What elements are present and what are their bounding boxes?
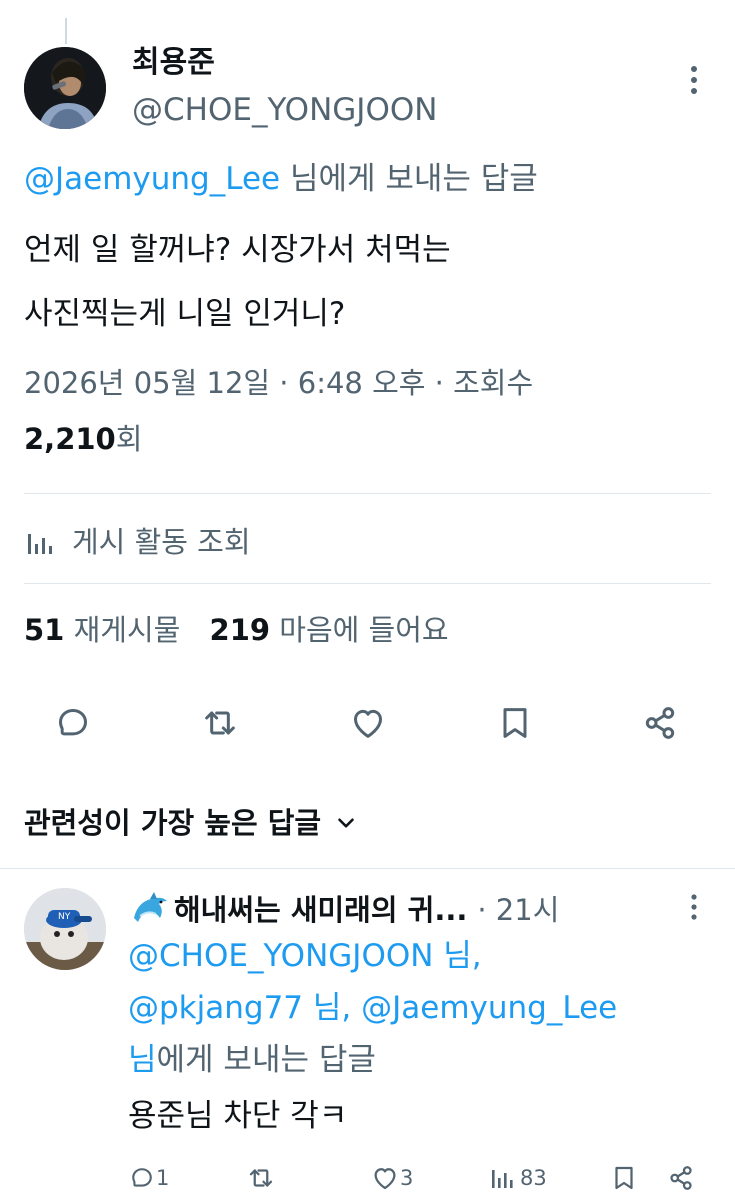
reply-avatar-photo: NY: [24, 888, 106, 970]
divider: [24, 583, 711, 584]
share-icon: [670, 1166, 692, 1190]
post-text-line-2: 사진찍는게 니일 인거니?: [24, 296, 346, 332]
post-views[interactable]: 2,210회: [24, 418, 142, 460]
reply-button[interactable]: [50, 700, 96, 746]
repost-button[interactable]: [197, 700, 243, 746]
reply-more-icon[interactable]: [684, 892, 704, 922]
sort-label: 관련성이 가장 높은 답글: [24, 806, 322, 840]
reply-reply-button[interactable]: 1: [128, 1160, 169, 1196]
svg-text:NY: NY: [58, 912, 71, 922]
reply-to-suffix-2: 님,: [303, 990, 362, 1026]
author-display-name[interactable]: 최용준: [132, 44, 215, 82]
author-handle[interactable]: @CHOE_YONGJOON: [132, 90, 437, 130]
reply-views-button[interactable]: 83: [490, 1160, 547, 1196]
bookmark-icon: [503, 708, 527, 738]
reply-to-line: @Jaemyung_Lee 님에게 보내는 답글: [24, 158, 538, 200]
reply-like-button[interactable]: 3: [370, 1160, 413, 1196]
reply-to-line-1: @CHOE_YONGJOON 님,: [128, 934, 482, 978]
reply-bookmark-button[interactable]: [608, 1160, 640, 1196]
post-activity-link[interactable]: 게시 활동 조회: [26, 520, 251, 564]
like-icon: [374, 1168, 396, 1190]
avatar-photo: [24, 47, 106, 129]
reply-to-suffix-1: 님,: [433, 938, 482, 974]
repost-icon: [205, 711, 235, 735]
reply-mention-3[interactable]: @Jaemyung_Lee: [361, 990, 617, 1026]
divider: [0, 868, 735, 869]
reply-to-line-2: @pkjang77 님, @Jaemyung_Lee: [128, 986, 617, 1030]
more-icon[interactable]: [682, 62, 706, 98]
reply-author-avatar[interactable]: NY: [24, 888, 106, 970]
reply-replies-count: 1: [156, 1166, 170, 1190]
repost-icon: [249, 1169, 273, 1187]
reply-header: 해내써는 새미래의 귀... · 21시: [130, 886, 559, 930]
thread-line: [65, 18, 67, 44]
reply-icon: [132, 1168, 152, 1187]
reply-mention-4[interactable]: 님: [128, 1042, 157, 1078]
activity-label: 게시 활동 조회: [72, 525, 251, 559]
divider: [24, 493, 711, 494]
reply-icon: [59, 709, 87, 736]
reply-to-line-3: 님에게 보내는 답글: [128, 1038, 376, 1082]
reply-views-count: 83: [520, 1166, 547, 1190]
views-suffix: 회: [115, 422, 143, 456]
reply-sort-dropdown[interactable]: 관련성이 가장 높은 답글: [24, 800, 359, 846]
share-button[interactable]: [637, 700, 683, 746]
like-icon: [354, 709, 382, 738]
reply-to-suffix: 님에게 보내는 답글: [280, 161, 538, 197]
bookmark-icon: [615, 1166, 633, 1190]
reply-likes-count: 3: [400, 1166, 414, 1190]
reply-time[interactable]: · 21시: [477, 887, 559, 929]
post-meta[interactable]: 2026년 05월 12일 · 6:48 오후 · 조회수: [24, 362, 533, 404]
reply-repost-button[interactable]: [246, 1160, 276, 1196]
share-icon: [645, 707, 675, 739]
reposts-label: 재게시물: [73, 613, 181, 647]
likes-stat[interactable]: 219 마음에 들어요: [210, 613, 449, 647]
views-count: 2,210: [24, 422, 116, 456]
analytics-icon: [28, 534, 52, 554]
reply-to-suffix-3: 에게 보내는 답글: [156, 1042, 376, 1078]
like-button[interactable]: [345, 700, 391, 746]
reply-mention-2[interactable]: @pkjang77: [128, 990, 303, 1026]
reposts-stat[interactable]: 51 재게시물: [24, 613, 180, 647]
bookmark-button[interactable]: [492, 700, 538, 746]
reposts-count: 51: [24, 613, 65, 647]
analytics-icon: [492, 1170, 513, 1188]
author-avatar[interactable]: [24, 47, 106, 129]
reply-text: 용준님 차단 각ㅋ: [128, 1098, 348, 1134]
dolphin-icon: [134, 892, 167, 922]
post-text-line-1: 언제 일 할꺼냐? 시장가서 처먹는: [24, 232, 451, 268]
reply-share-button[interactable]: [664, 1160, 698, 1196]
reply-author-name[interactable]: 해내써는 새미래의 귀...: [174, 887, 467, 929]
chevron-down-icon: [338, 818, 354, 828]
reply-mention[interactable]: @Jaemyung_Lee: [24, 161, 280, 197]
likes-count: 219: [209, 613, 271, 647]
likes-label: 마음에 들어요: [279, 613, 449, 647]
reply-mention-1[interactable]: @CHOE_YONGJOON: [128, 938, 433, 974]
engagement-stats: 51 재게시물 219 마음에 들어요: [24, 608, 449, 652]
